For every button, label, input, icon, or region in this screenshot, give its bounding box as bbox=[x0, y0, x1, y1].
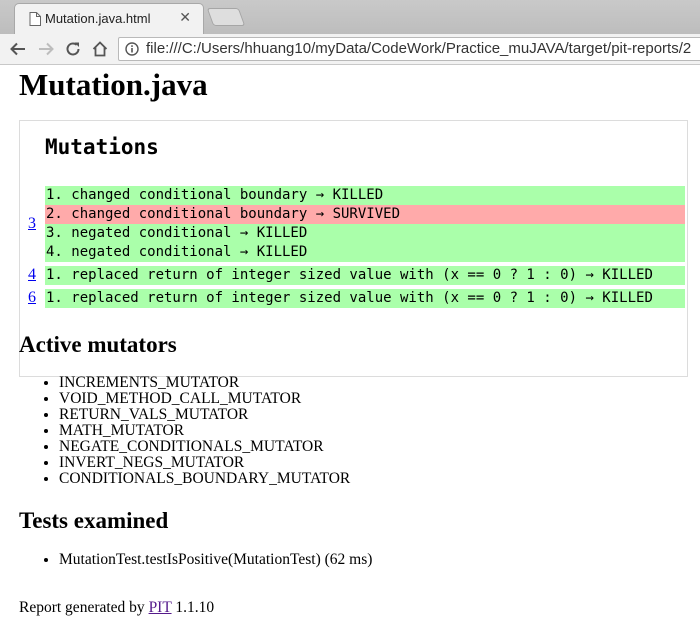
home-icon bbox=[92, 41, 108, 57]
line-link-4[interactable]: 4 bbox=[28, 266, 36, 284]
pit-link[interactable]: PIT bbox=[149, 599, 172, 616]
list-item: RETURN_VALS_MUTATOR bbox=[59, 407, 350, 423]
mutation-row: 1. replaced return of integer sized valu… bbox=[45, 266, 685, 285]
line-link-3[interactable]: 3 bbox=[28, 215, 36, 233]
tests-list: MutationTest.testIsPositive(MutationTest… bbox=[19, 552, 372, 568]
footer-prefix: Report generated by bbox=[19, 599, 149, 616]
list-item: INVERT_NEGS_MUTATOR bbox=[59, 455, 350, 471]
tests-examined-heading: Tests examined bbox=[19, 508, 169, 533]
report-footer: Report generated by PIT 1.1.10 bbox=[19, 599, 214, 617]
list-item: MATH_MUTATOR bbox=[59, 423, 350, 439]
list-item: NEGATE_CONDITIONALS_MUTATOR bbox=[59, 439, 350, 455]
active-mutators-heading: Active mutators bbox=[19, 332, 177, 357]
mutation-row: 1. changed conditional boundary → KILLED bbox=[45, 186, 685, 205]
forward-button[interactable] bbox=[34, 38, 58, 60]
home-button[interactable] bbox=[88, 38, 112, 60]
new-tab-button[interactable] bbox=[206, 8, 246, 26]
list-item: MutationTest.testIsPositive(MutationTest… bbox=[59, 552, 372, 568]
line-link-6[interactable]: 6 bbox=[28, 289, 36, 307]
tab-bar: Mutation.java.html ✕ bbox=[0, 0, 700, 34]
list-item: INCREMENTS_MUTATOR bbox=[59, 375, 350, 391]
mutation-row: 3. negated conditional → KILLED bbox=[45, 224, 685, 243]
forward-arrow-icon bbox=[39, 42, 54, 56]
page-icon bbox=[29, 12, 41, 26]
info-icon[interactable] bbox=[125, 42, 139, 56]
back-button[interactable] bbox=[6, 38, 30, 60]
browser-tab[interactable]: Mutation.java.html ✕ bbox=[14, 3, 204, 34]
mutations-heading: Mutations bbox=[45, 135, 159, 159]
tab-title: Mutation.java.html bbox=[45, 11, 151, 26]
page-title: Mutation.java bbox=[19, 67, 208, 102]
reload-icon bbox=[66, 42, 80, 56]
list-item: VOID_METHOD_CALL_MUTATOR bbox=[59, 391, 350, 407]
url-text: file:///C:/Users/hhuang10/myData/CodeWor… bbox=[146, 40, 692, 57]
active-mutators-list: INCREMENTS_MUTATOR VOID_METHOD_CALL_MUTA… bbox=[19, 375, 350, 487]
reload-button[interactable] bbox=[61, 38, 85, 60]
address-bar[interactable]: file:///C:/Users/hhuang10/myData/CodeWor… bbox=[118, 37, 700, 61]
list-item: CONDITIONALS_BOUNDARY_MUTATOR bbox=[59, 471, 350, 487]
mutation-row: 4. negated conditional → KILLED bbox=[45, 243, 685, 262]
browser-toolbar: file:///C:/Users/hhuang10/myData/CodeWor… bbox=[0, 34, 700, 65]
footer-version: 1.1.10 bbox=[171, 599, 215, 616]
close-icon[interactable]: ✕ bbox=[179, 10, 191, 26]
mutation-row: 1. replaced return of integer sized valu… bbox=[45, 289, 685, 308]
back-arrow-icon bbox=[10, 42, 25, 56]
mutation-row-survived: 2. changed conditional boundary → SURVIV… bbox=[45, 205, 685, 224]
